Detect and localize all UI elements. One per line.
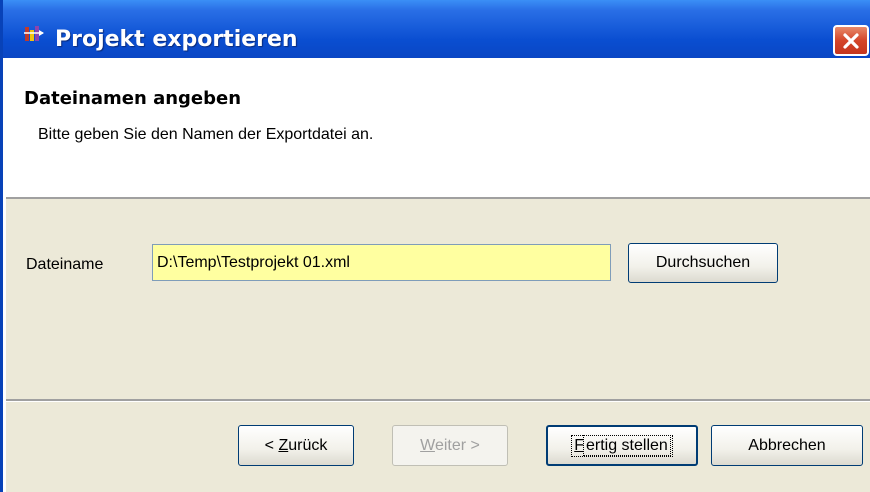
page-description: Bitte geben Sie den Namen der Exportdate… <box>38 126 374 143</box>
filename-input[interactable] <box>152 244 611 281</box>
back-button-label: < Zurück <box>264 436 328 454</box>
title-bar[interactable]: Projekt exportieren <box>3 0 870 58</box>
wizard-content: Dateiname Durchsuchen < Zurück Weiter > … <box>6 199 870 492</box>
close-icon <box>843 32 859 49</box>
back-button[interactable]: < Zurück <box>238 425 354 466</box>
cancel-button[interactable]: Abbrechen <box>711 425 863 466</box>
finish-button[interactable]: Fertig stellen <box>546 425 698 466</box>
close-button[interactable] <box>833 25 869 56</box>
filename-label: Dateiname <box>26 256 104 273</box>
next-button-label: Weiter > <box>420 436 480 454</box>
wizard-header: Dateinamen angeben Bitte geben Sie den N… <box>6 70 870 197</box>
export-dialog: Projekt exportieren Dateinamen angeben B… <box>0 0 870 492</box>
finish-button-label: Fertig stellen <box>571 434 673 457</box>
footer-divider <box>6 399 870 402</box>
next-button[interactable]: Weiter > <box>392 425 508 466</box>
browse-button[interactable]: Durchsuchen <box>628 243 778 283</box>
window-title: Projekt exportieren <box>55 27 298 52</box>
page-heading: Dateinamen angeben <box>24 88 242 109</box>
project-wizard-icon <box>23 24 45 44</box>
